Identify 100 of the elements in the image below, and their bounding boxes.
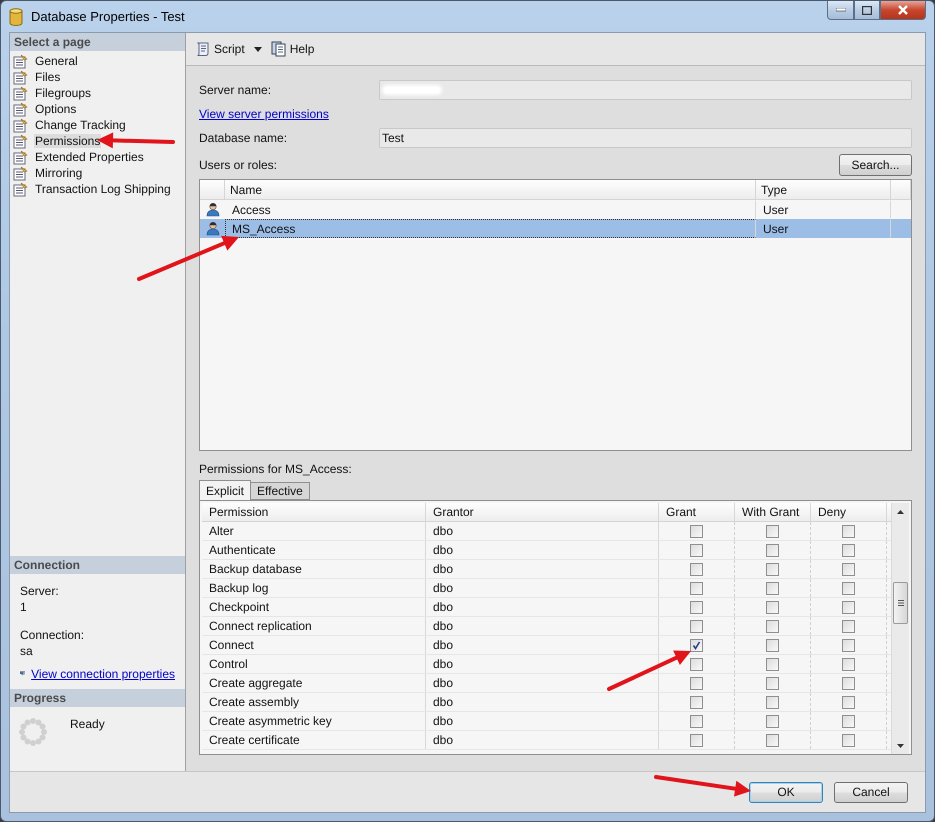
checkbox[interactable] [690, 696, 703, 708]
minimize-button[interactable] [827, 1, 854, 20]
dropdown-caret-icon[interactable] [254, 46, 262, 52]
table-cell: dbo [426, 731, 659, 749]
field-label: Users or roles: [199, 158, 278, 172]
checkbox[interactable] [842, 600, 855, 614]
properties-page-icon [13, 150, 29, 164]
sidebar-item[interactable]: Transaction Log Shipping [34, 182, 172, 196]
checkbox[interactable] [766, 620, 779, 632]
field-label: Database name: [199, 131, 288, 145]
checkbox[interactable] [690, 600, 703, 614]
properties-page-icon [13, 118, 29, 132]
checkbox[interactable] [842, 620, 855, 632]
table-cell: Checkpoint [202, 598, 426, 616]
script-button[interactable]: Script [192, 39, 248, 59]
checkbox[interactable] [766, 714, 779, 728]
tab[interactable]: Effective [250, 482, 310, 500]
checkbox[interactable] [842, 638, 855, 652]
checkbox[interactable] [842, 676, 855, 690]
search-button[interactable]: Search... [839, 154, 912, 176]
checkbox[interactable] [690, 734, 703, 746]
column-header[interactable]: Permission [202, 503, 426, 521]
field-value: 1 [20, 600, 28, 614]
checkbox[interactable] [766, 658, 779, 670]
sidebar-item[interactable]: General [34, 54, 79, 68]
sidebar-item[interactable]: Files [34, 70, 62, 84]
checkbox[interactable] [842, 696, 855, 708]
checkbox[interactable] [690, 582, 703, 594]
checkbox[interactable] [766, 562, 779, 576]
section-header: Select a page [10, 33, 185, 51]
column-header[interactable]: Deny [811, 503, 887, 521]
checkbox[interactable] [766, 524, 779, 538]
checkbox[interactable] [766, 676, 779, 690]
checkbox[interactable] [842, 524, 855, 538]
scrollbar[interactable] [891, 503, 909, 754]
checkbox[interactable] [842, 658, 855, 670]
table-cell: Create certificate [202, 731, 426, 749]
help-button[interactable]: Help [268, 39, 318, 59]
scroll-thumb[interactable] [893, 582, 908, 624]
column-header[interactable]: Type [756, 180, 891, 199]
field-label: Server: [20, 584, 60, 598]
checkbox[interactable] [690, 714, 703, 728]
checkbox[interactable] [842, 544, 855, 556]
table-cell: dbo [426, 522, 659, 540]
tab[interactable]: Explicit [199, 480, 252, 500]
checkbox[interactable] [766, 638, 779, 652]
maximize-icon [862, 6, 872, 14]
checkbox[interactable] [766, 544, 779, 556]
sidebar-item[interactable]: Extended Properties [34, 150, 145, 164]
checkbox[interactable] [842, 714, 855, 728]
column-header[interactable]: Name [225, 180, 756, 199]
checkbox[interactable] [690, 562, 703, 576]
checkbox[interactable] [766, 600, 779, 614]
checkbox[interactable] [766, 734, 779, 746]
server-permissions-link[interactable]: View server permissions [199, 107, 379, 121]
table-cell: Connect replication [202, 617, 426, 635]
scroll-icon [195, 41, 211, 57]
checkbox[interactable] [690, 524, 703, 538]
checkbox[interactable] [690, 676, 703, 690]
table-cell: dbo [426, 579, 659, 597]
properties-page-icon [13, 166, 29, 180]
progress-status: Ready [70, 717, 105, 733]
field-label: Server name: [199, 83, 272, 97]
table-cell: dbo [426, 693, 659, 711]
server-name-field[interactable] [379, 80, 912, 100]
checkbox[interactable] [690, 658, 703, 670]
checkbox[interactable] [690, 638, 703, 652]
column-header[interactable]: Grantor [426, 503, 659, 521]
database-icon [9, 8, 23, 26]
sidebar-item[interactable]: Mirroring [34, 166, 84, 180]
database-name-field[interactable]: Test [379, 128, 912, 148]
sidebar-item[interactable]: Options [34, 102, 78, 116]
table-cell: Connect [202, 636, 426, 654]
checkbox[interactable] [842, 734, 855, 746]
sidebar-item[interactable]: Filegroups [34, 86, 92, 100]
table-cell: Create aggregate [202, 674, 426, 692]
connection-properties-link[interactable]: View connection properties [31, 666, 175, 680]
checkbox[interactable] [690, 544, 703, 556]
progress-spinner-icon [18, 717, 48, 747]
checkbox[interactable] [690, 620, 703, 632]
ok-button[interactable]: OK [749, 782, 823, 802]
section-label: Permissions for MS_Access: [199, 462, 352, 476]
table-cell: User [756, 219, 891, 238]
table-cell: Authenticate [202, 541, 426, 559]
sidebar-item[interactable]: Change Tracking [34, 118, 127, 132]
checkbox[interactable] [842, 582, 855, 594]
table-cell: dbo [426, 560, 659, 578]
checkbox[interactable] [766, 582, 779, 594]
grip-icon [898, 600, 904, 606]
cancel-button[interactable]: Cancel [834, 782, 908, 802]
close-button[interactable] [880, 1, 926, 20]
checkbox[interactable] [842, 562, 855, 576]
maximize-button[interactable] [854, 1, 880, 20]
user-row[interactable]: MS_Access User [200, 219, 911, 238]
properties-page-icon [13, 54, 29, 68]
checkbox[interactable] [766, 696, 779, 708]
table-cell: dbo [426, 541, 659, 559]
sidebar-item[interactable]: Permissions [34, 134, 102, 148]
column-header[interactable]: Grant [659, 503, 735, 521]
column-header[interactable]: With Grant [735, 503, 811, 521]
